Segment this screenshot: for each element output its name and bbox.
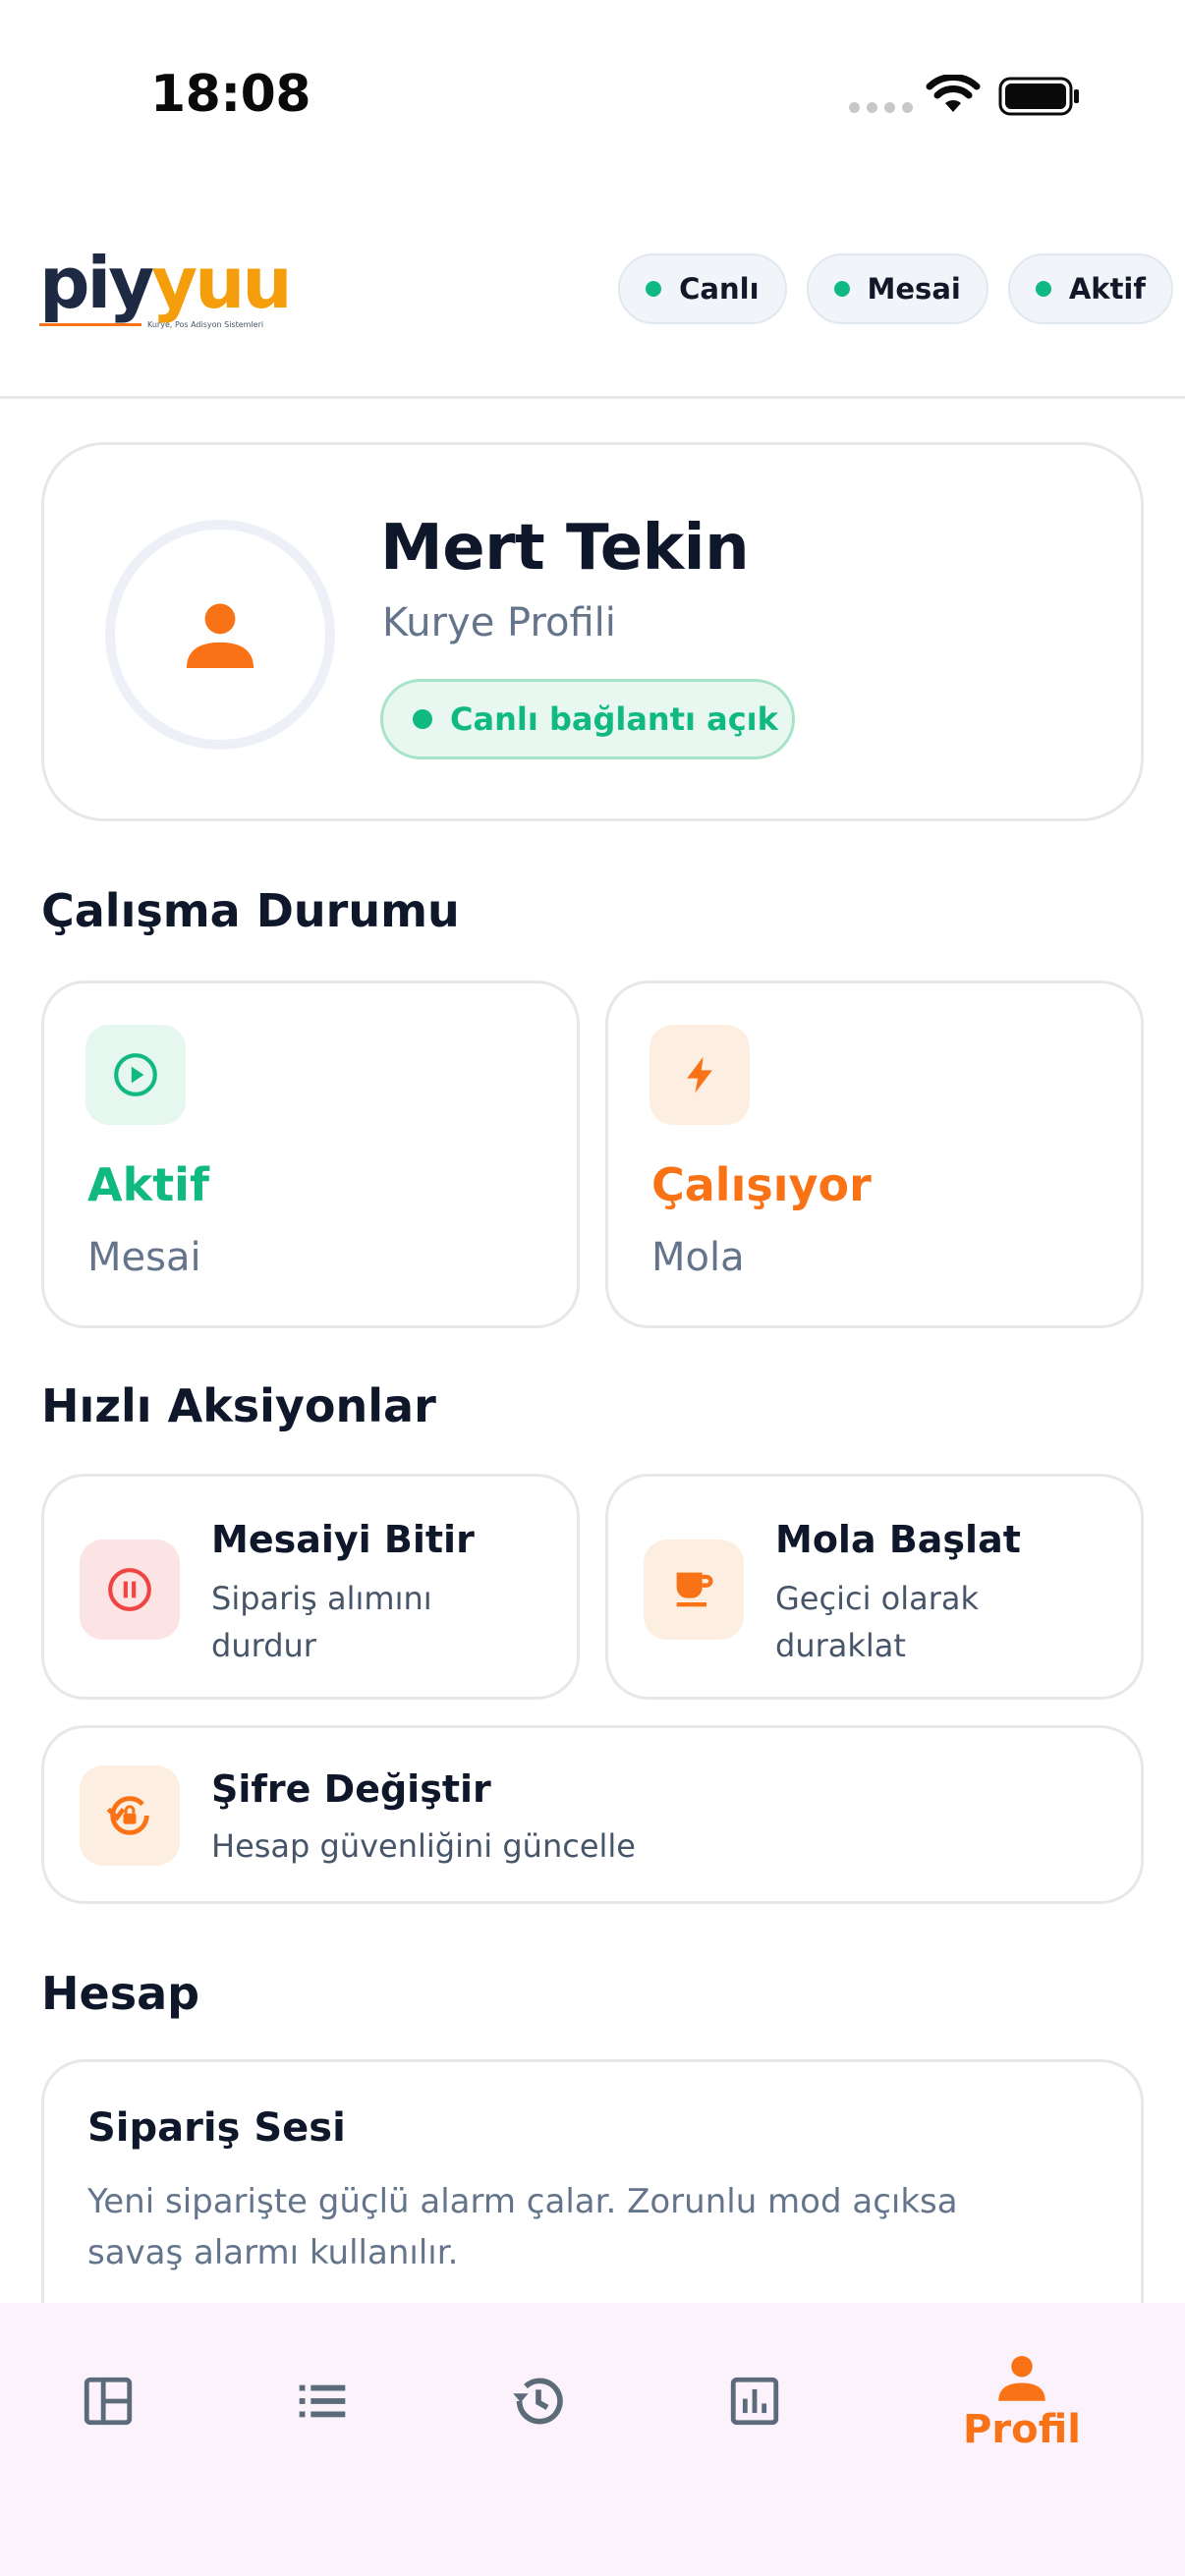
start-break-subtitle: Geçici olarak duraklat (775, 1580, 979, 1664)
order-sound-description: Yeni siparişte güçlü alarm çalar. Zorunl… (87, 2182, 958, 2272)
account-title: Hesap (41, 1967, 200, 2020)
live-connection-badge: Canlı bağlantı açık (380, 679, 795, 759)
avatar (105, 520, 335, 750)
nav-dashboard[interactable] (61, 2303, 155, 2499)
change-password-subtitle: Hesap güvenliğini güncelle (211, 1827, 636, 1865)
nav-history[interactable] (491, 2303, 586, 2499)
pause-circle-icon (80, 1540, 180, 1640)
end-shift-button[interactable]: Mesaiyi Bitir Sipariş alımını durdur (41, 1474, 580, 1700)
shift-status-label: Mesai (87, 1235, 201, 1280)
change-password-button[interactable]: Şifre Değiştir Hesap güvenliğini güncell… (41, 1725, 1144, 1904)
work-status-title: Çalışma Durumu (41, 884, 460, 937)
profile-role: Kurye Profili (382, 600, 616, 645)
history-icon (513, 2378, 563, 2425)
profile-screen: 18:08 piyyuu Kurye, Pos Adisyon Sistemle… (0, 0, 1185, 2576)
wifi-icon (926, 74, 981, 118)
green-dot-icon (1035, 281, 1051, 297)
shift-status-value: Aktif (87, 1158, 209, 1211)
lock-reset-icon (80, 1765, 180, 1866)
piyyuu-logo: piyyuu Kurye, Pos Adisyon Sistemleri (39, 242, 293, 329)
cellular-signal-icon (849, 102, 913, 113)
list-icon (299, 2384, 346, 2418)
play-circle-icon (85, 1025, 186, 1125)
green-dot-icon (833, 281, 850, 297)
chip-active: Aktif (1007, 253, 1173, 324)
status-chips: Canlı Mesai Aktif (618, 253, 1173, 324)
person-icon (998, 2356, 1045, 2401)
end-shift-subtitle: Sipariş alımını durdur (211, 1580, 432, 1664)
break-status-label: Mola (651, 1235, 745, 1280)
order-sound-title: Sipariş Sesi (87, 2105, 346, 2151)
profile-name: Mert Tekin (380, 512, 750, 585)
chip-shift: Mesai (806, 253, 988, 324)
chart-icon (730, 2377, 779, 2426)
end-shift-title: Mesaiyi Bitir (211, 1518, 475, 1561)
person-icon (186, 603, 254, 669)
status-card-shift: Aktif Mesai (41, 980, 580, 1328)
nav-profile-label: Profil (963, 2407, 1081, 2452)
dashboard-icon (84, 2377, 133, 2426)
nav-reports[interactable] (707, 2303, 802, 2499)
app-header: piyyuu Kurye, Pos Adisyon Sistemleri Can… (0, 187, 1185, 399)
profile-card: Mert Tekin Kurye Profili Canlı bağlantı … (41, 442, 1144, 821)
chip-live: Canlı (618, 253, 787, 324)
start-break-title: Mola Başlat (775, 1518, 1021, 1561)
status-card-break: Çalışıyor Mola (605, 980, 1144, 1328)
change-password-title: Şifre Değiştir (211, 1767, 491, 1811)
status-time: 18:08 (150, 65, 311, 124)
nav-orders[interactable] (275, 2303, 369, 2499)
coffee-cup-icon (644, 1540, 744, 1640)
green-dot-icon (413, 709, 432, 729)
green-dot-icon (646, 281, 662, 297)
quick-actions-title: Hızlı Aksiyonlar (41, 1379, 436, 1432)
break-status-value: Çalışıyor (651, 1158, 872, 1211)
status-bar: 18:08 (0, 0, 1185, 187)
start-break-button[interactable]: Mola Başlat Geçici olarak duraklat (605, 1474, 1144, 1700)
bottom-navigation: Profil (0, 2303, 1185, 2576)
bolt-icon (649, 1025, 750, 1125)
battery-icon (998, 77, 1081, 120)
nav-profile[interactable]: Profil (943, 2303, 1100, 2499)
